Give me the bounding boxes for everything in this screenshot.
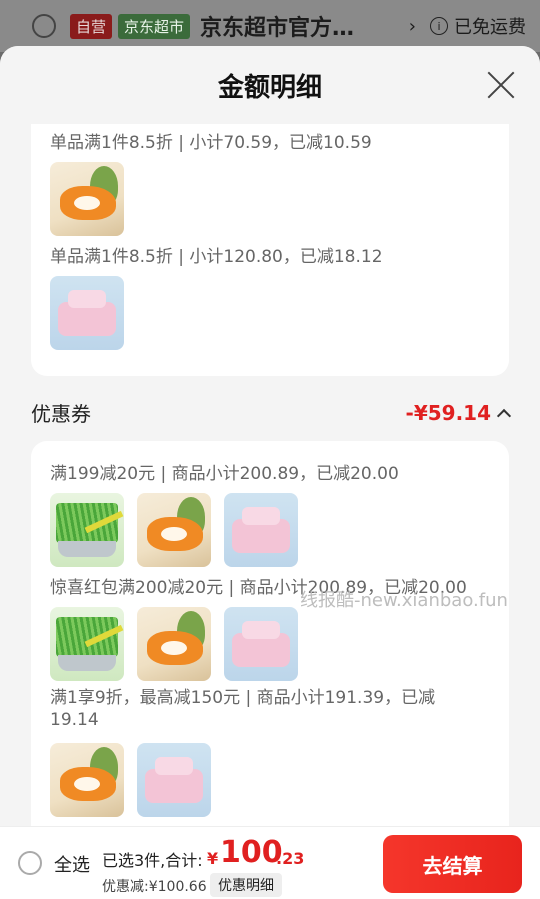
coupon-rule: 满1享9折，最高减150元 | 商品小计191.39，已减19.14 xyxy=(50,688,436,730)
product-thumb-cat-bed[interactable] xyxy=(50,743,124,817)
product-thumb-cat-grass[interactable] xyxy=(50,607,124,681)
promo-rule: 单品满1件8.5折 | 小计120.80，已减18.12 xyxy=(50,247,383,267)
product-thumb-cat-bed[interactable] xyxy=(50,162,124,236)
checkout-bar: 全选 已选3件,合计: ¥ 100 .23 优惠减:¥100.66 优惠明细 去… xyxy=(0,826,540,899)
product-thumbs xyxy=(50,493,298,567)
selected-total-label: 已选3件,合计: xyxy=(102,851,203,870)
store-name[interactable]: 京东超市官方… xyxy=(200,10,403,42)
coupon-rule: 满199减20元 | 商品小计200.89，已减20.00 xyxy=(50,464,399,484)
coupon-section-label: 优惠券 xyxy=(31,402,91,426)
amount-detail-sheet: 金额明细 单品满1件8.5折 | 小计70.59，已减10.59 单品满1件8.… xyxy=(0,46,540,826)
coupon-card: 满199减20元 | 商品小计200.89，已减20.00 惊喜红包满200减2… xyxy=(31,441,509,826)
product-thumb-sofa[interactable] xyxy=(50,276,124,350)
select-all-radio[interactable] xyxy=(18,851,42,875)
store-select-radio[interactable] xyxy=(32,14,56,38)
price-decimal: .23 xyxy=(276,849,305,868)
product-thumb-cat-grass[interactable] xyxy=(50,493,124,567)
discount-amount: 优惠减:¥100.66 xyxy=(102,879,207,895)
price-integer: 100 xyxy=(220,835,283,870)
coupon-total-amount: -¥59.14 xyxy=(405,400,491,425)
checkout-button[interactable]: 去结算 xyxy=(383,835,522,893)
select-all-label[interactable]: 全选 xyxy=(54,851,90,877)
product-thumb-sofa[interactable] xyxy=(224,493,298,567)
product-thumb-sofa[interactable] xyxy=(224,607,298,681)
product-thumb-sofa[interactable] xyxy=(137,743,211,817)
product-thumb-cat-bed[interactable] xyxy=(137,493,211,567)
jd-supermarket-badge: 京东超市 xyxy=(118,13,191,39)
product-thumbs xyxy=(50,743,211,817)
chevron-right-icon[interactable]: › xyxy=(409,16,416,37)
watermark: 线报酷-new.xianbao.fun xyxy=(300,590,508,611)
promo-card: 单品满1件8.5折 | 小计70.59，已减10.59 单品满1件8.5折 | … xyxy=(31,124,509,376)
product-thumbs xyxy=(50,607,298,681)
product-thumb-cat-bed[interactable] xyxy=(137,607,211,681)
sheet-title: 金额明细 xyxy=(217,72,322,103)
shipping-status: 已免运费 xyxy=(454,17,526,38)
discount-detail-button[interactable]: 优惠明细 xyxy=(210,873,282,897)
self-operated-badge: 自营 xyxy=(70,13,113,39)
store-bar: 自营 京东超市 京东超市官方… › i 已免运费 xyxy=(0,0,540,52)
chevron-up-icon[interactable] xyxy=(496,408,512,423)
info-icon[interactable]: i xyxy=(430,17,448,35)
sheet-header: 金额明细 xyxy=(0,46,540,124)
product-thumbs xyxy=(50,162,124,236)
coupon-section-header[interactable]: 优惠券 -¥59.14 xyxy=(31,398,512,427)
promo-rule: 单品满1件8.5折 | 小计70.59，已减10.59 xyxy=(50,133,372,153)
product-thumbs xyxy=(50,276,124,350)
price-currency: ¥ xyxy=(207,849,219,868)
close-icon[interactable] xyxy=(486,70,516,100)
